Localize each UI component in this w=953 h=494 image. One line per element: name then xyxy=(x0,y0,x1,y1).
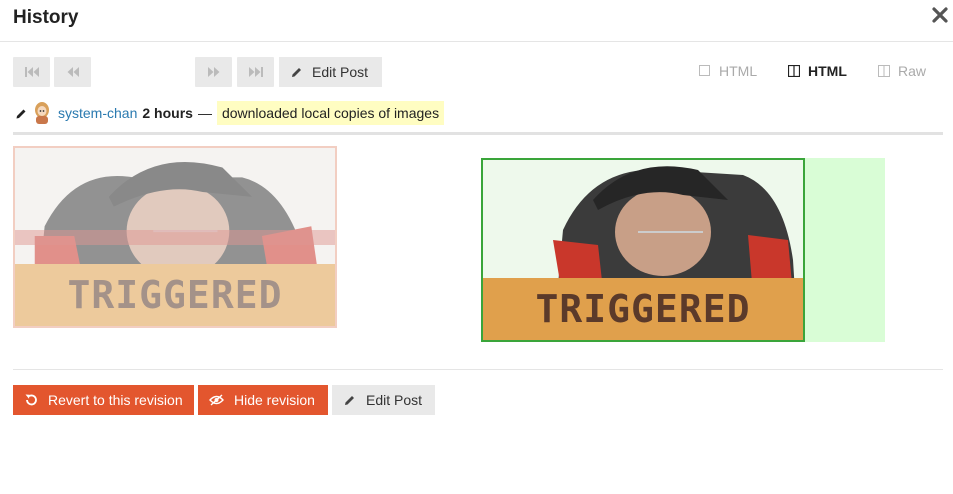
revision-username[interactable]: system-chan xyxy=(58,105,137,121)
view-mode-html-side-by-side[interactable]: HTML xyxy=(788,63,847,79)
removed-strike xyxy=(15,230,335,245)
image-caption-banner: TRIGGERED xyxy=(15,264,335,326)
added-image: TRIGGERED xyxy=(481,158,805,342)
columns-icon xyxy=(878,65,890,77)
edit-post-label: Edit Post xyxy=(312,64,369,80)
image-caption-text: TRIGGERED xyxy=(535,287,751,331)
fast-forward-icon xyxy=(207,67,219,77)
next-revision-button[interactable] xyxy=(195,57,232,87)
pencil-icon xyxy=(345,395,354,405)
first-revision-button[interactable] xyxy=(13,57,50,87)
revision-info: system-chan 2 hours — downloaded local c… xyxy=(15,101,445,125)
dialog-title: History xyxy=(13,7,79,28)
last-revision-button[interactable] xyxy=(237,57,274,87)
checkbox-icon xyxy=(699,65,710,76)
view-mode-raw[interactable]: Raw xyxy=(878,63,926,79)
image-caption-banner: TRIGGERED xyxy=(483,278,803,340)
edit-post-button-top[interactable]: Edit Post xyxy=(279,57,382,87)
dialog-header: History xyxy=(0,0,953,42)
revision-message: downloaded local copies of images xyxy=(216,101,445,125)
undo-icon xyxy=(25,394,37,406)
divider xyxy=(13,369,943,370)
hide-revision-button[interactable]: Hide revision xyxy=(198,385,328,415)
eye-slash-icon xyxy=(209,394,224,406)
removed-image: TRIGGERED xyxy=(13,146,337,328)
separator-dash: — xyxy=(197,105,212,121)
view-mode-label: Raw xyxy=(898,63,927,79)
added-highlight xyxy=(805,158,885,342)
divider xyxy=(13,132,943,135)
image-caption-text: TRIGGERED xyxy=(67,273,283,317)
revert-label: Revert to this revision xyxy=(48,392,183,408)
skip-first-icon xyxy=(24,67,39,77)
rewind-icon xyxy=(67,67,79,77)
close-icon[interactable] xyxy=(931,6,949,24)
previous-revision-button[interactable] xyxy=(54,57,91,87)
hide-label: Hide revision xyxy=(234,392,315,408)
revert-revision-button[interactable]: Revert to this revision xyxy=(13,385,194,415)
avatar[interactable] xyxy=(32,101,52,125)
skip-last-icon xyxy=(248,67,263,77)
view-mode-label: HTML xyxy=(808,63,847,79)
edit-post-button-bottom[interactable]: Edit Post xyxy=(332,385,435,415)
pencil-icon xyxy=(292,67,301,77)
revision-time: 2 hours xyxy=(142,105,193,121)
edit-post-label: Edit Post xyxy=(366,392,423,408)
view-mode-label: HTML xyxy=(719,63,758,79)
columns-icon xyxy=(788,65,800,77)
pencil-icon xyxy=(16,109,26,118)
view-mode-html-inline[interactable]: HTML xyxy=(699,63,757,79)
